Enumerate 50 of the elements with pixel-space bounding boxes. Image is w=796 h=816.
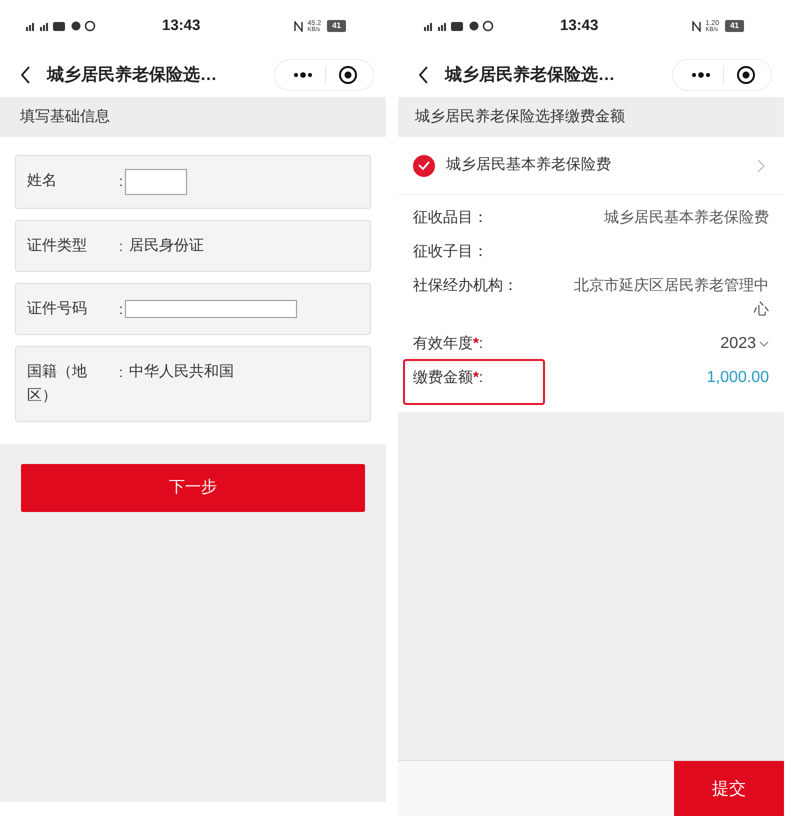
back-icon[interactable] bbox=[20, 66, 31, 84]
detail-colon: : bbox=[478, 368, 484, 388]
close-target-icon[interactable] bbox=[736, 64, 756, 84]
next-button[interactable]: 下一步 bbox=[21, 464, 365, 512]
year-select[interactable]: 2023 bbox=[720, 332, 769, 356]
detail-colon: ： bbox=[473, 208, 488, 228]
detail-colon: : bbox=[478, 334, 484, 354]
nfc-icon bbox=[692, 20, 702, 32]
detail-colon: ： bbox=[473, 242, 488, 262]
check-icon[interactable] bbox=[413, 154, 435, 176]
required-mark: * bbox=[473, 334, 479, 354]
section-header: 填写基础信息 bbox=[0, 97, 386, 137]
status-time: 13:43 bbox=[560, 16, 598, 36]
battery-level: 41 bbox=[327, 20, 346, 32]
status-time: 13:43 bbox=[162, 16, 200, 36]
detail-label: 征收子目 bbox=[413, 242, 473, 262]
close-target-icon[interactable] bbox=[338, 64, 358, 84]
detail-colon: ： bbox=[503, 276, 518, 296]
field-value: 中华人民共和国 bbox=[128, 362, 234, 382]
field-label: 姓名 bbox=[27, 171, 58, 191]
detail-value: 城乡居民基本养老保险费 bbox=[603, 208, 769, 228]
field-colon: : bbox=[119, 363, 123, 382]
detail-label: 社保经办机构 bbox=[413, 276, 503, 296]
section-header: 城乡居民养老保险选择缴费金额 bbox=[398, 97, 784, 137]
detail-value: 北京市延庆区居民养老管理中心 bbox=[573, 276, 769, 320]
field-label: 证件类型 bbox=[27, 236, 88, 256]
nfc-icon bbox=[294, 20, 304, 32]
back-icon[interactable] bbox=[418, 66, 429, 84]
field-value: 居民身份证 bbox=[128, 236, 204, 256]
battery-level: 41 bbox=[725, 20, 744, 32]
submit-button[interactable]: 提交 bbox=[674, 761, 784, 816]
page-title: 城乡居民养老保险选… bbox=[47, 64, 217, 86]
detail-label: 征收品目 bbox=[413, 208, 473, 228]
detail-label: 有效年度 bbox=[413, 334, 473, 354]
field-label: 国籍（地区） bbox=[27, 362, 88, 406]
name-input[interactable] bbox=[124, 169, 187, 195]
more-icon[interactable] bbox=[691, 72, 711, 78]
field-colon: : bbox=[119, 172, 123, 191]
chevron-down-icon bbox=[759, 341, 769, 347]
required-mark: * bbox=[473, 368, 479, 388]
amount-value: 1,000.00 bbox=[706, 368, 769, 388]
field-colon: : bbox=[119, 237, 123, 256]
id-number-input[interactable] bbox=[124, 300, 297, 318]
field-colon: : bbox=[119, 300, 123, 319]
item-label: 城乡居民基本养老保险费 bbox=[446, 155, 611, 176]
page-title: 城乡居民养老保险选… bbox=[445, 64, 615, 86]
chevron-right-icon bbox=[757, 158, 765, 172]
detail-label: 缴费金额 bbox=[413, 368, 473, 388]
field-label: 证件号码 bbox=[27, 299, 88, 319]
more-icon[interactable] bbox=[293, 72, 313, 78]
